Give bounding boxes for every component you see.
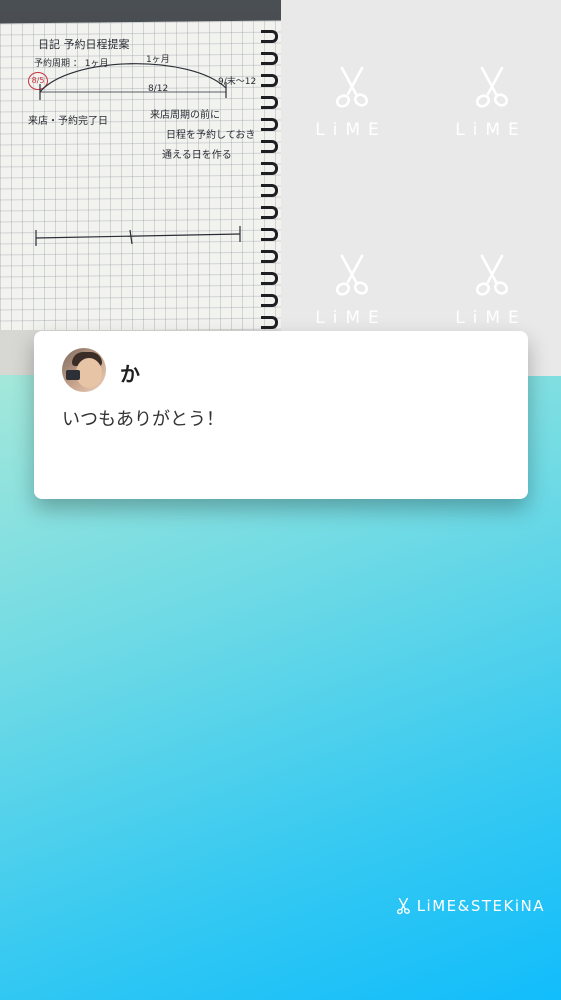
user-avatar[interactable] [62,348,106,392]
watermark-text: LiME [455,120,527,140]
message-text: いつもありがとう！ [62,409,224,430]
brand-text: LiME&STEKiNA [416,897,545,915]
brand-logo: LiME&STEKiNA [394,897,545,915]
message-card[interactable]: か いつもありがとう！ [34,331,528,499]
watermark-tile: LiME [421,0,561,188]
notebook-photo[interactable]: 日記 予約日程提案 予約周期 ： 1ヶ月 1ヶ月 8/5 8/12 9/末〜12… [0,0,281,375]
scissors-icon [396,897,410,915]
watermark-text: LiME [455,308,527,328]
watermark-text: LiME [315,120,387,140]
watermark-tile: LiME [281,0,421,188]
photo-collage: 日記 予約日程提案 予約周期 ： 1ヶ月 1ヶ月 8/5 8/12 9/末〜12… [0,0,561,376]
scissors-icon [475,66,509,108]
scissors-icon [335,66,369,108]
scissors-icon [335,254,369,296]
watermark-text: LiME [315,308,387,328]
note-drawing [35,63,241,246]
sender-name: か [120,362,140,386]
scissors-icon [475,254,509,296]
